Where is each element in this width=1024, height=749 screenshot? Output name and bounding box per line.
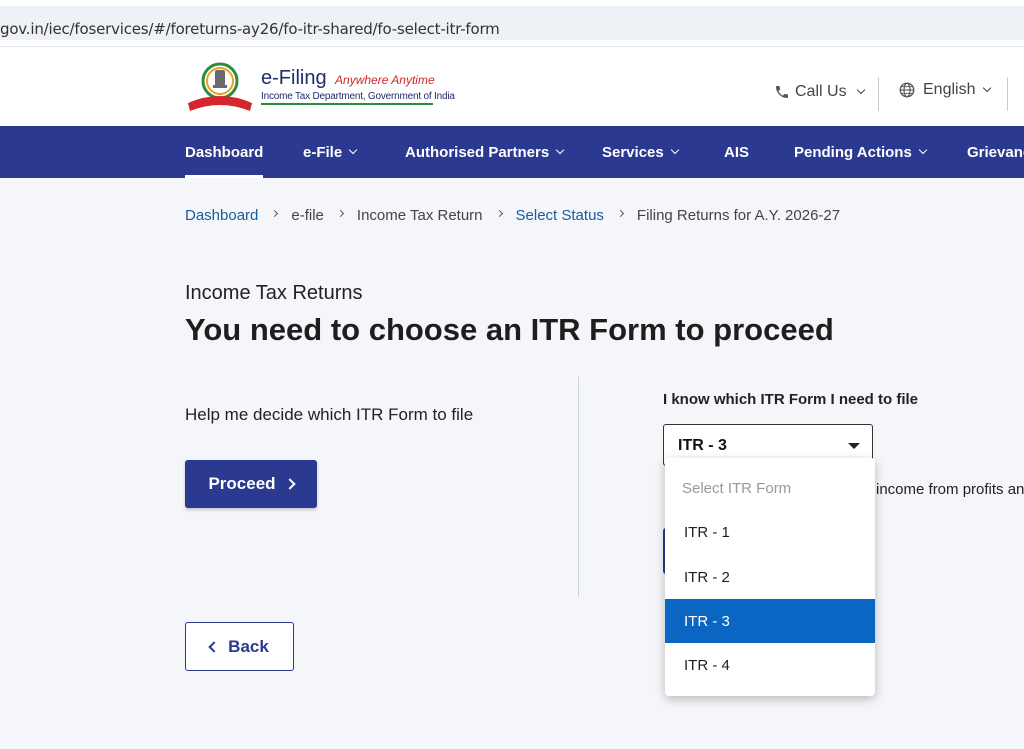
phone-icon xyxy=(776,86,788,98)
brand-block: e-Filing Anywhere Anytime Income Tax Dep… xyxy=(261,67,455,105)
nav-services[interactable]: Services xyxy=(602,126,679,178)
back-button[interactable]: Back xyxy=(185,622,294,671)
chevron-right-icon xyxy=(616,209,624,218)
language-label: English xyxy=(923,81,976,98)
option-itr-4[interactable]: ITR - 4 xyxy=(665,643,875,687)
browser-address-bar: gov.in/iec/foservices/#/foreturns-ay26/f… xyxy=(0,0,1024,46)
nav-ais-label: AIS xyxy=(724,143,750,161)
breadcrumb: Dashboard e-file Income Tax Return Selec… xyxy=(185,207,840,224)
nav-e-file[interactable]: e-File xyxy=(303,126,358,178)
breadcrumb-filing-returns: Filing Returns for A.Y. 2026-27 xyxy=(636,207,841,224)
proceed-button[interactable]: Proceed xyxy=(185,460,317,508)
breadcrumb-dashboard[interactable]: Dashboard xyxy=(185,207,258,224)
page-subtitle: Income Tax Returns xyxy=(185,282,363,304)
brand-subtitle: Income Tax Department, Government of Ind… xyxy=(261,91,455,102)
nav-e-file-label: e-File xyxy=(303,143,343,161)
breadcrumb-e-file: e-file xyxy=(291,207,324,224)
brand-tagline: Anywhere Anytime xyxy=(335,73,435,87)
chevron-right-icon xyxy=(271,209,279,218)
emblem-logo-icon[interactable] xyxy=(184,59,256,115)
chevron-right-icon xyxy=(283,478,296,490)
brand-underline xyxy=(261,103,433,105)
nav-dashboard[interactable]: Dashboard xyxy=(185,126,264,178)
chevron-down-icon xyxy=(983,83,992,93)
itr-form-selected-value: ITR - 3 xyxy=(678,437,727,454)
itr-form-select-label: I know which ITR Form I need to file xyxy=(663,391,919,408)
site-header: e-Filing Anywhere Anytime Income Tax Dep… xyxy=(0,46,1024,126)
option-itr-3[interactable]: ITR - 3 xyxy=(665,599,875,643)
nav-grievances[interactable]: Grievanc xyxy=(967,126,1024,178)
language-selector[interactable]: English xyxy=(898,81,992,99)
column-divider xyxy=(578,377,579,597)
breadcrumb-select-status[interactable]: Select Status xyxy=(516,207,604,224)
nav-authorised-partners-label: Authorised Partners xyxy=(405,143,550,161)
help-decide-text: Help me decide which ITR Form to file xyxy=(185,405,474,424)
breadcrumb-income-tax-return: Income Tax Return xyxy=(356,207,483,224)
caret-down-icon xyxy=(848,443,860,449)
nav-pending-actions-label: Pending Actions xyxy=(794,143,912,161)
globe-icon xyxy=(899,82,915,98)
call-us-label: Call Us xyxy=(795,83,847,100)
chevron-down-icon xyxy=(856,85,865,95)
url-field[interactable]: gov.in/iec/foservices/#/foreturns-ay26/f… xyxy=(0,6,1024,40)
nav-grievances-label: Grievanc xyxy=(967,143,1024,161)
header-divider xyxy=(878,77,879,111)
chevron-down-icon xyxy=(670,145,679,155)
nav-authorised-partners[interactable]: Authorised Partners xyxy=(405,126,565,178)
nav-dashboard-label: Dashboard xyxy=(185,143,264,161)
main-navigation: Dashboard e-File Authorised Partners Ser… xyxy=(0,126,1024,178)
proceed-button-label: Proceed xyxy=(208,474,276,493)
back-button-label: Back xyxy=(228,636,269,656)
dropdown-placeholder: Select ITR Form xyxy=(682,479,792,497)
chevron-right-icon xyxy=(336,209,344,218)
chevron-left-icon xyxy=(208,640,220,653)
url-text[interactable]: gov.in/iec/foservices/#/foreturns-ay26/f… xyxy=(0,20,500,38)
brand-name: e-Filing xyxy=(261,67,327,89)
partially-hidden-description: income from profits an xyxy=(876,481,1024,498)
option-itr-1[interactable]: ITR - 1 xyxy=(665,510,875,554)
nav-services-label: Services xyxy=(602,143,664,161)
chevron-down-icon xyxy=(348,145,358,155)
chevron-right-icon xyxy=(495,209,503,218)
option-itr-2[interactable]: ITR - 2 xyxy=(665,555,875,599)
page-title: You need to choose an ITR Form to procee… xyxy=(185,312,834,347)
itr-form-dropdown: Select ITR Form ITR - 1 ITR - 2 ITR - 3 … xyxy=(665,458,875,696)
nav-ais[interactable]: AIS xyxy=(724,126,749,178)
nav-pending-actions[interactable]: Pending Actions xyxy=(794,126,928,178)
call-us-menu[interactable]: Call Us xyxy=(774,83,865,101)
header-divider xyxy=(1007,77,1008,111)
chevron-down-icon xyxy=(555,145,565,155)
chevron-down-icon xyxy=(918,145,928,155)
